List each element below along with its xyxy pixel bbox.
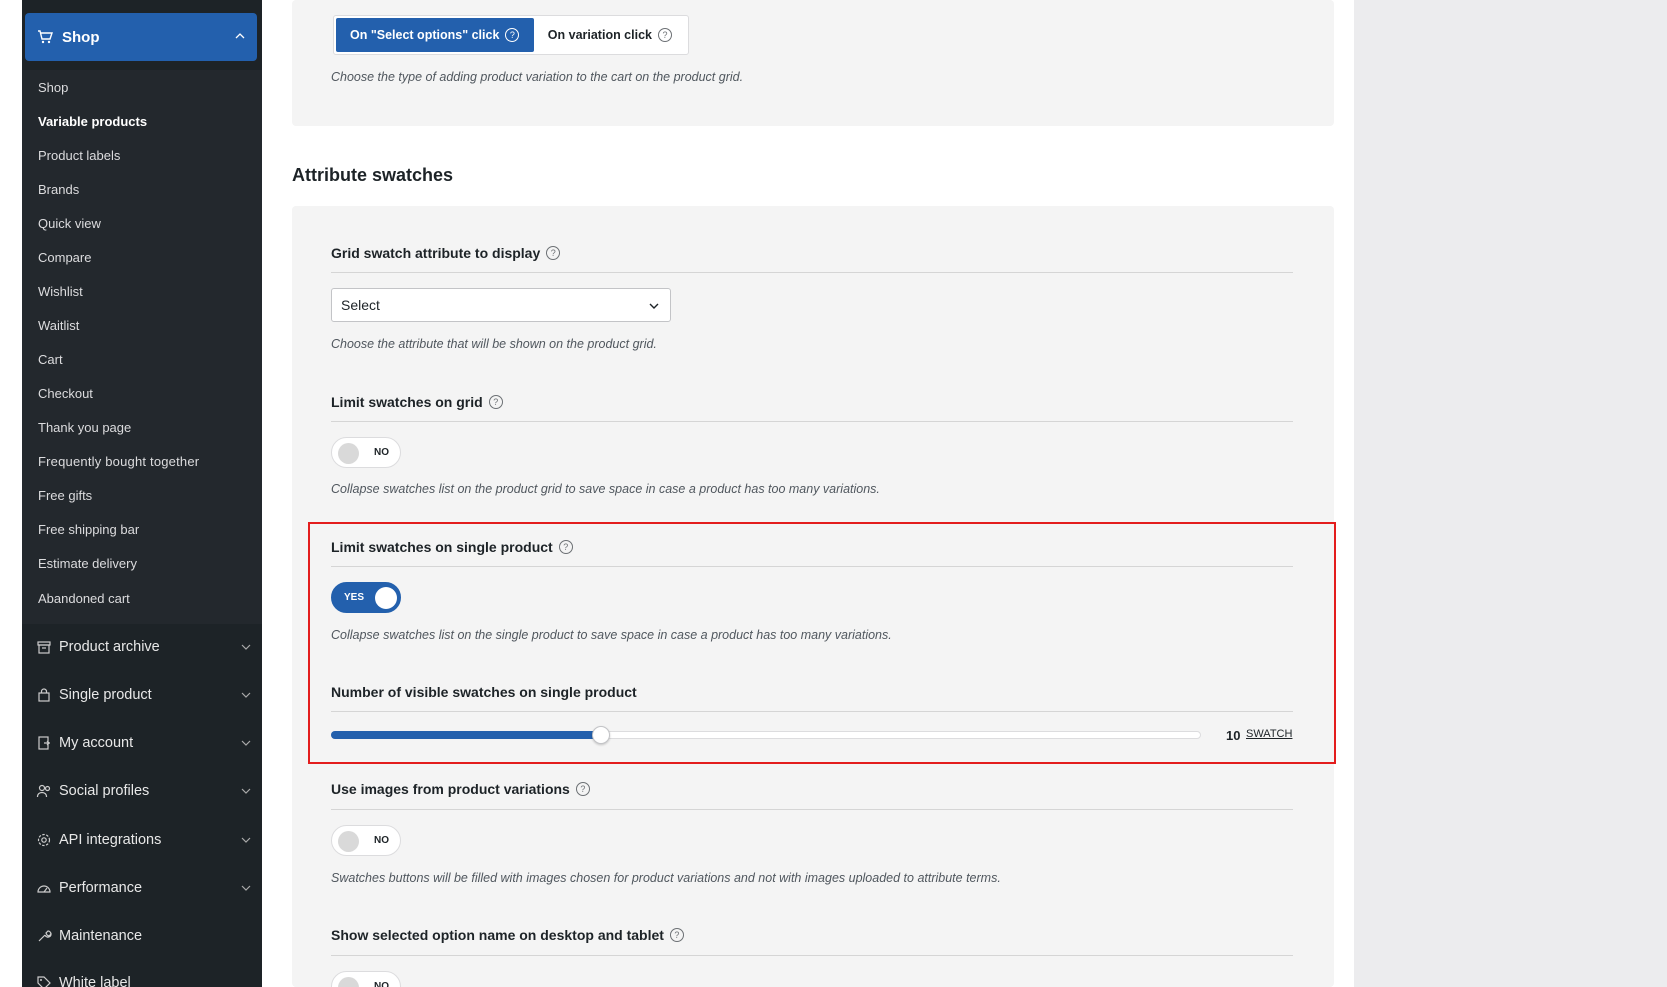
sidebar-item-abandoned-cart[interactable]: Abandoned cart	[38, 591, 130, 606]
help-icon[interactable]: ?	[575, 782, 590, 796]
sidebar-item-free-gifts[interactable]: Free gifts	[38, 488, 92, 503]
chevron-down-icon	[241, 644, 251, 650]
account-icon	[38, 736, 50, 750]
divider	[331, 272, 1293, 273]
sidebar-item-checkout[interactable]: Checkout	[38, 386, 93, 401]
sidebar-section-label: Maintenance	[59, 928, 143, 944]
variation-images-toggle[interactable]: NO	[331, 825, 401, 856]
sidebar-section-label: Performance	[59, 880, 143, 896]
sidebar-section-shop[interactable]: Shop	[25, 13, 257, 61]
gear-icon	[37, 833, 51, 847]
grid-swatch-description: Choose the attribute that will be shown …	[331, 337, 657, 351]
sidebar-section-label: API integrations	[59, 832, 162, 848]
add-to-cart-description: Choose the type of adding product variat…	[331, 70, 744, 84]
sidebar-section-api-integrations[interactable]: API integrations	[36, 828, 256, 852]
toggle-knob	[338, 977, 359, 987]
toggle-knob	[338, 443, 359, 464]
right-gutter	[1354, 0, 1667, 987]
chevron-down-icon	[241, 788, 251, 794]
limit-grid-description: Collapse swatches list on the product gr…	[331, 482, 880, 496]
sidebar-item-shop[interactable]: Shop	[38, 80, 68, 95]
help-icon[interactable]: ?	[488, 395, 503, 409]
archive-icon	[37, 641, 51, 654]
chevron-down-icon	[649, 303, 659, 309]
users-icon	[36, 784, 51, 798]
wrench-icon	[38, 930, 52, 942]
sidebar-item-product-labels[interactable]: Product labels	[38, 148, 120, 163]
sidebar-item-brands[interactable]: Brands	[38, 182, 79, 197]
toggle-state: NO	[374, 447, 389, 458]
option-label: On "Select options" click	[350, 28, 500, 42]
chevron-down-icon	[241, 740, 251, 746]
sidebar-item-variable-products[interactable]: Variable products	[38, 114, 147, 129]
divider	[331, 421, 1293, 422]
sidebar-section-label: Social profiles	[59, 783, 150, 799]
shop-submenu: Shop Variable products Product labels Br…	[22, 70, 262, 624]
sidebar-section-label: White label	[59, 975, 131, 987]
sidebar-section-my-account[interactable]: My account	[36, 731, 256, 755]
limit-grid-label: Limit swatches on grid ?	[331, 394, 503, 410]
sidebar-section-social-profiles[interactable]: Social profiles	[36, 779, 256, 803]
grid-swatch-select[interactable]: Select	[331, 288, 671, 322]
help-icon[interactable]: ?	[658, 28, 672, 42]
chevron-down-icon	[241, 885, 251, 891]
sidebar-section-white-label[interactable]: White label	[36, 971, 256, 987]
divider	[331, 955, 1293, 956]
sidebar-item-frequently-bought-together[interactable]: Frequently bought together	[38, 454, 199, 469]
divider	[331, 809, 1293, 810]
option-variation-click[interactable]: On variation click ?	[534, 18, 686, 52]
sidebar-item-quick-view[interactable]: Quick view	[38, 216, 101, 231]
toggle-state: NO	[374, 981, 389, 987]
sidebar-section-maintenance[interactable]: Maintenance	[36, 924, 256, 948]
chevron-down-icon	[241, 692, 251, 698]
show-option-name-label: Show selected option name on desktop and…	[331, 927, 684, 943]
help-icon[interactable]: ?	[505, 28, 520, 42]
toggle-state: NO	[374, 835, 389, 846]
sidebar-item-waitlist[interactable]: Waitlist	[38, 318, 79, 333]
chevron-up-icon[interactable]	[233, 29, 247, 43]
help-icon[interactable]: ?	[546, 246, 561, 260]
field-label: Grid swatch attribute to display	[331, 245, 541, 261]
sidebar-section-performance[interactable]: Performance	[36, 876, 256, 900]
sidebar-item-free-shipping-bar[interactable]: Free shipping bar	[38, 522, 139, 537]
option-label: On variation click	[547, 28, 652, 42]
field-label: Show selected option name on desktop and…	[331, 927, 664, 943]
sidebar-item-compare[interactable]: Compare	[38, 250, 91, 265]
section-title: Attribute swatches	[292, 165, 454, 185]
sidebar-section-product-archive[interactable]: Product archive	[36, 635, 256, 659]
grid-swatch-label: Grid swatch attribute to display ?	[331, 245, 561, 261]
cart-icon	[38, 30, 53, 44]
sidebar-item-thank-you-page[interactable]: Thank you page	[38, 420, 131, 435]
sidebar-item-estimate-delivery[interactable]: Estimate delivery	[38, 556, 137, 571]
option-select-options-click[interactable]: On "Select options" click ?	[336, 18, 534, 52]
left-edge	[0, 0, 22, 987]
select-value: Select	[341, 297, 380, 313]
sidebar-section-label: Single product	[59, 687, 152, 703]
toggle-knob	[338, 831, 359, 852]
variation-images-description: Swatches buttons will be filled with ima…	[331, 871, 1001, 885]
sidebar-item-cart[interactable]: Cart	[38, 352, 63, 367]
limit-grid-toggle[interactable]: NO	[331, 437, 401, 468]
bag-icon	[38, 688, 50, 702]
sidebar-item-wishlist[interactable]: Wishlist	[38, 284, 83, 299]
sidebar-section-label: Product archive	[59, 639, 160, 655]
sidebar-section-label: Shop	[62, 28, 100, 46]
show-option-name-toggle[interactable]: NO	[331, 971, 401, 987]
sidebar-section-label: My account	[59, 735, 134, 751]
help-icon[interactable]: ?	[669, 928, 684, 942]
field-label: Limit swatches on grid	[331, 394, 483, 410]
variation-images-label: Use images from product variations ?	[331, 781, 590, 797]
sidebar-section-single-product[interactable]: Single product	[36, 683, 256, 707]
field-label: Use images from product variations	[331, 781, 570, 797]
chevron-down-icon	[241, 837, 251, 843]
tag-icon	[37, 976, 51, 987]
settings-sidebar: Shop Shop Variable products Product labe…	[22, 0, 262, 987]
highlight-box	[308, 522, 1336, 764]
gauge-icon	[37, 885, 51, 893]
add-to-cart-type-toggle: On "Select options" click ? On variation…	[333, 15, 689, 55]
